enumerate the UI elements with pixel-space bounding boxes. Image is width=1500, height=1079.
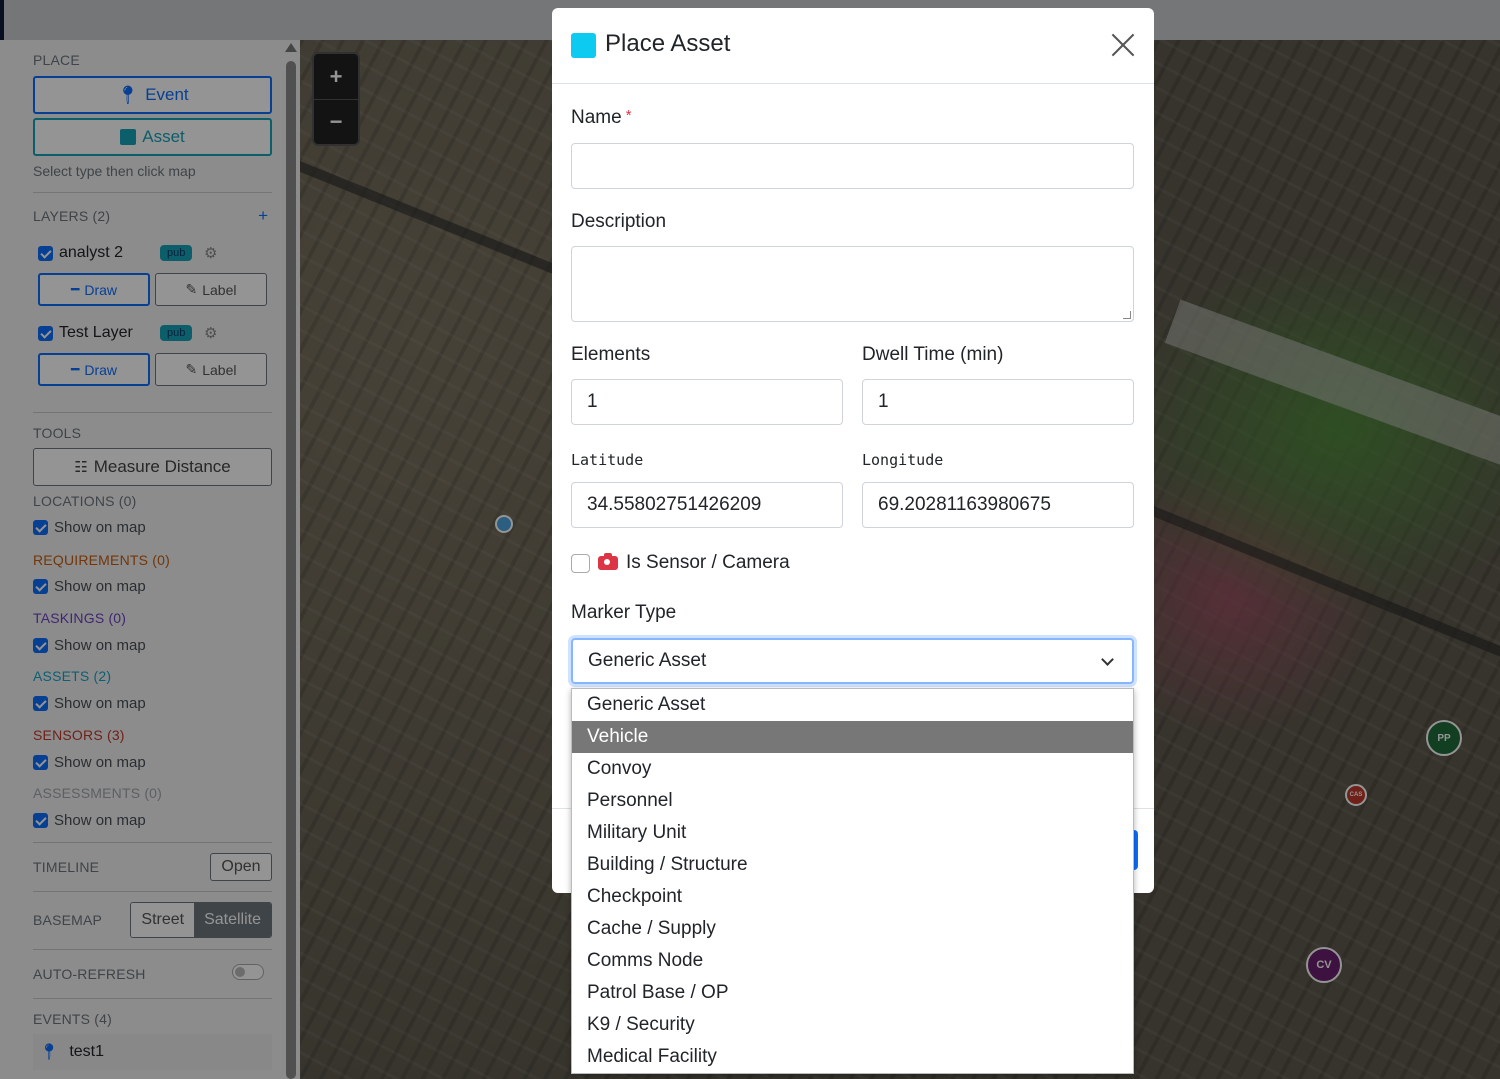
close-icon[interactable] (1110, 32, 1136, 58)
marker-type-select[interactable]: Generic Asset (571, 638, 1134, 684)
elements-label: Elements (571, 344, 651, 365)
dwell-time-label: Dwell Time (min) (862, 344, 1004, 365)
is-sensor-label: Is Sensor / Camera (626, 552, 790, 573)
marker-type-selected-value: Generic Asset (588, 650, 707, 671)
option-generic-asset[interactable]: Generic Asset (572, 689, 1133, 721)
name-label-text: Name (571, 107, 622, 128)
option-convoy[interactable]: Convoy (572, 753, 1133, 785)
is-sensor-row: Is Sensor / Camera (571, 552, 790, 574)
is-sensor-checkbox[interactable] (571, 553, 590, 573)
latitude-input[interactable] (571, 482, 843, 528)
option-building-structure[interactable]: Building / Structure (572, 849, 1133, 881)
camera-icon (598, 553, 618, 570)
option-cache-supply[interactable]: Cache / Supply (572, 913, 1133, 945)
description-textarea[interactable] (571, 246, 1134, 322)
name-input[interactable] (571, 143, 1134, 189)
asset-square-icon (571, 33, 596, 58)
modal-header: Place Asset (552, 8, 1154, 84)
option-comms-node[interactable]: Comms Node (572, 945, 1133, 977)
chevron-down-icon (1101, 653, 1114, 666)
modal-title: Place Asset (605, 30, 731, 57)
footer-primary-button[interactable] (1134, 830, 1138, 870)
latitude-label: Latitude (571, 451, 644, 469)
option-checkpoint[interactable]: Checkpoint (572, 881, 1133, 913)
marker-type-dropdown: Generic Asset Vehicle Convoy Personnel M… (571, 688, 1134, 1074)
longitude-input[interactable] (862, 482, 1134, 528)
description-label: Description (571, 211, 667, 232)
elements-input[interactable] (571, 379, 843, 425)
option-vehicle[interactable]: Vehicle (572, 721, 1133, 753)
marker-type-label: Marker Type (571, 602, 677, 623)
resize-grip-icon[interactable] (1123, 311, 1131, 319)
dwell-time-input[interactable] (862, 379, 1134, 425)
required-mark: * (625, 107, 632, 124)
option-personnel[interactable]: Personnel (572, 785, 1133, 817)
option-medical-facility[interactable]: Medical Facility (572, 1041, 1133, 1073)
name-label: Name * (571, 107, 632, 129)
longitude-label: Longitude (862, 451, 944, 469)
option-military-unit[interactable]: Military Unit (572, 817, 1133, 849)
option-patrol-base-op[interactable]: Patrol Base / OP (572, 977, 1133, 1009)
option-k9-security[interactable]: K9 / Security (572, 1009, 1133, 1041)
